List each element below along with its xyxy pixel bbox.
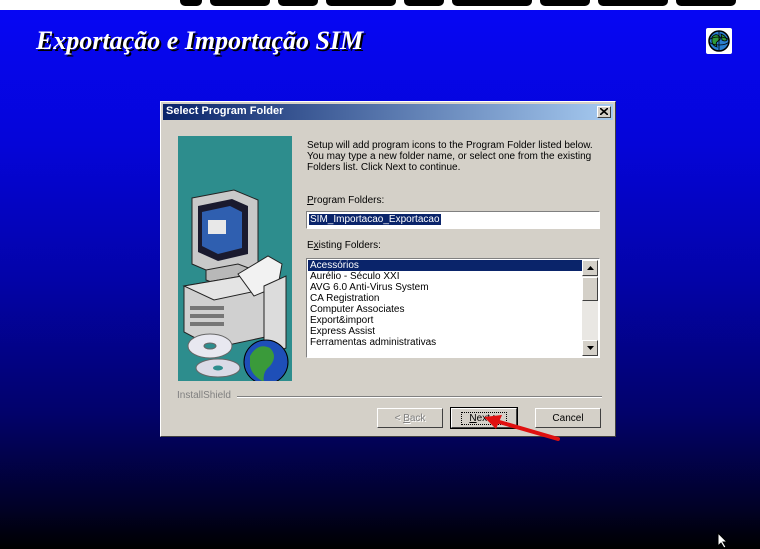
program-folder-input[interactable]: SIM_Importacao_Exportacao [306,211,600,229]
dialog-title: Select Program Folder [166,105,284,117]
installshield-label: InstallShield [177,390,231,401]
vertical-scrollbar[interactable] [582,260,598,356]
program-folder-value: SIM_Importacao_Exportacao [309,214,441,225]
annotation-arrow [484,415,560,441]
list-item[interactable]: Export&import [308,315,582,326]
scroll-up-button[interactable] [582,260,598,276]
list-item[interactable]: Acessórios [308,260,582,271]
list-item[interactable]: Aurélio - Século XXI [308,271,582,282]
scroll-thumb[interactable] [582,277,598,301]
arrow-down-icon [587,346,594,350]
screen: Exportação e Importação SIM Select Progr… [0,0,760,549]
computer-illustration [182,189,289,381]
setup-illustration-panel [178,136,292,381]
existing-folders-list[interactable]: Acessórios Aurélio - Século XXI AVG 6.0 … [306,258,600,358]
scroll-down-button[interactable] [582,340,598,356]
dialog-titlebar[interactable]: Select Program Folder [163,104,613,120]
list-item[interactable]: CA Registration [308,293,582,304]
setup-app-title: Exportação e Importação SIM [36,26,364,55]
mouse-pointer-icon [717,532,729,549]
globe-icon [706,28,732,54]
back-button[interactable]: < Back [377,408,443,428]
arrow-up-icon [587,266,594,270]
back-label: < Back [394,412,426,424]
close-icon [600,108,608,115]
list-item[interactable]: Express Assist [308,326,582,337]
list-item[interactable]: Ferramentas administrativas [308,337,582,348]
existing-folders-label: Existing Folders: [307,240,381,251]
select-program-folder-dialog: Select Program Folder Setup will add pro… [160,101,616,437]
separator-highlight [237,397,602,398]
list-item[interactable]: Computer Associates [308,304,582,315]
cut-off-header-text [180,0,740,10]
intro-text: Setup will add program icons to the Prog… [307,140,593,173]
program-folders-label: Program Folders: [307,195,385,206]
close-button[interactable] [597,106,611,118]
list-item[interactable]: AVG 6.0 Anti-Virus System [308,282,582,293]
